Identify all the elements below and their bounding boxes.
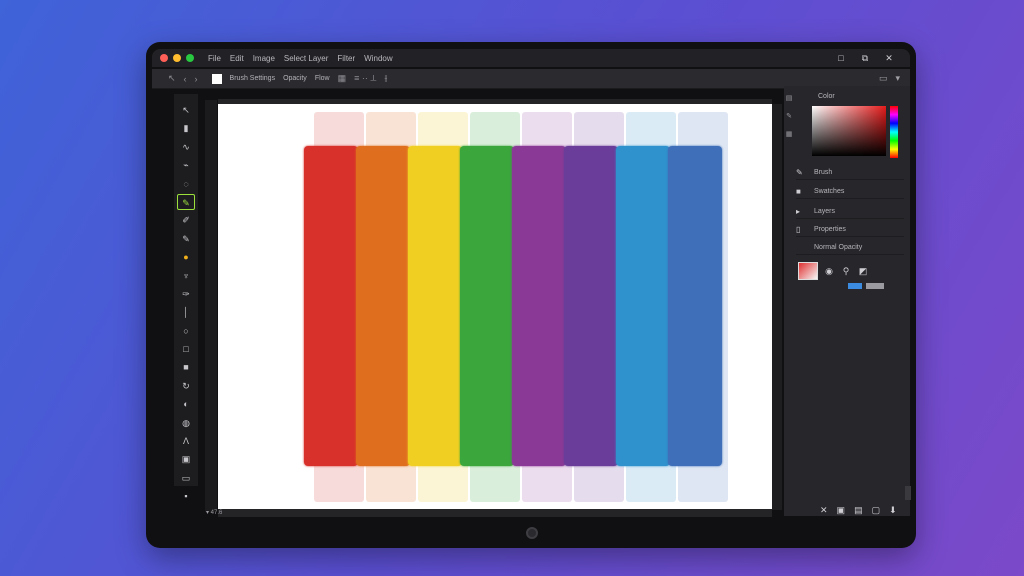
clone-tool[interactable]: ♆ (177, 268, 195, 284)
airbrush-icon[interactable]: ▦ (338, 73, 347, 84)
minimize-window-button[interactable] (173, 54, 181, 62)
quick-select-tool[interactable]: ⌁ (177, 157, 195, 173)
zoom-window-button[interactable] (186, 54, 194, 62)
healing-tool[interactable]: ✎ (177, 231, 195, 247)
ellipse-tool[interactable]: ○ (177, 323, 195, 339)
paint-stroke (668, 146, 722, 466)
type-tool[interactable]: Ʌ (177, 433, 195, 449)
menu-image[interactable]: Image (253, 54, 275, 63)
zoom-status: ▾ 47.6 (206, 510, 223, 516)
properties-panel-row[interactable]: ▯ Properties (796, 223, 904, 237)
properties-icon: ▯ (796, 225, 801, 234)
layer-thumbnail[interactable] (798, 262, 818, 280)
window-control-icon[interactable]: □ (834, 52, 848, 64)
lasso-tool[interactable]: ∿ (177, 139, 195, 155)
delete-layer-icon[interactable]: ✕ (820, 505, 828, 516)
paint-stroke (616, 146, 670, 466)
rotate-tool[interactable]: ↻ (177, 378, 195, 394)
paint-stroke (304, 146, 358, 466)
pen-tool[interactable]: ✑ (177, 286, 195, 302)
info-icon[interactable]: ▦ (786, 130, 793, 138)
layers-icon: ▸ (796, 207, 801, 216)
window-control-icon[interactable]: ⧉ (858, 52, 872, 64)
screen-mode-tool[interactable]: ▭ (177, 470, 195, 486)
extra-tool[interactable]: ▪ (177, 488, 195, 504)
paint-stroke (460, 146, 514, 466)
menu-window[interactable]: Window (364, 54, 392, 63)
foreground-color[interactable]: ■ (177, 359, 195, 375)
nav-forward-icon[interactable]: › (195, 74, 198, 84)
properties-panel-label: Properties (814, 226, 846, 233)
adjust-icon[interactable]: ✎ (786, 112, 792, 120)
brush-preset-swatch[interactable] (211, 73, 222, 84)
window-control-icon[interactable]: ✕ (882, 52, 896, 64)
menu-bar: File Edit Image Select Layer Filter Wind… (152, 49, 910, 67)
panel-tab-icons: ▤ ✎ ▦ (784, 86, 794, 226)
rectangle-tool[interactable]: □ (177, 341, 195, 357)
history-icon[interactable]: ▤ (786, 94, 793, 102)
menu-select-layer[interactable]: Select Layer (284, 54, 328, 63)
close-window-button[interactable] (160, 54, 168, 62)
brush-panel-label: Brush (814, 169, 833, 176)
smudge-tool[interactable]: ◍ (177, 415, 195, 431)
layers-panel-row[interactable]: ▸ Layers (796, 205, 904, 219)
panel-footer: ✕ ▣ ▤ ▢ ⬇ (820, 505, 897, 516)
nav-back-icon[interactable]: ‹ (184, 74, 187, 84)
crop-tool[interactable]: ◌ (177, 176, 195, 192)
swatches-panel-label: Swatches (814, 188, 845, 195)
canvas[interactable] (218, 104, 772, 510)
layers-panel-label: Layers (814, 208, 836, 215)
opacity-label[interactable]: Opacity (283, 75, 307, 82)
swatches-icon: ■ (796, 187, 801, 196)
link-icon[interactable]: ⚲ (840, 265, 852, 277)
mask-icon[interactable]: ◩ (857, 265, 869, 277)
brush-panel-row[interactable]: ✎ Brush (796, 166, 904, 180)
move-arrow-icon[interactable]: ↖ (168, 73, 176, 84)
left-color-strip (205, 100, 217, 512)
eyedropper-tool[interactable]: ✐ (177, 212, 195, 228)
menu-edit[interactable]: Edit (230, 54, 244, 63)
paint-stroke (408, 146, 462, 466)
hue-slider[interactable] (890, 106, 898, 158)
bottom-color-strip (218, 509, 772, 517)
frame-tool[interactable]: ▣ (177, 451, 195, 467)
menu-file[interactable]: File (208, 54, 221, 63)
new-group-icon[interactable]: ▣ (837, 505, 846, 516)
panel-scrollbar[interactable] (905, 486, 911, 500)
marquee-tool[interactable]: ▮ (177, 120, 195, 136)
pressure-icon[interactable]: ≡ ·· ⟂ (354, 73, 376, 84)
layer-row[interactable]: ◉ ⚲ ◩ (798, 262, 869, 280)
line-tool[interactable]: │ (177, 304, 195, 320)
flow-label[interactable]: Flow (315, 75, 330, 82)
adjustment-layer-icon[interactable]: ▤ (854, 505, 863, 516)
brush-icon: ✎ (796, 168, 803, 177)
new-layer-icon[interactable]: ▢ (872, 505, 881, 516)
tools-panel: ↖ ▮ ∿ ⌁ ◌ ✎ ✐ ✎ ● ♆ ✑ │ ○ □ ■ ↻ ◐ ◍ Ʌ ▣ ▭ ▪ (174, 94, 198, 501)
blend-mode-label: Normal Opacity (814, 244, 863, 251)
expand-icon[interactable]: ▾ (895, 73, 900, 84)
home-button[interactable] (526, 527, 538, 539)
layer-selection-indicator (848, 283, 862, 289)
move-tool[interactable]: ↖ (177, 102, 195, 118)
layer-opacity-indicator (866, 283, 884, 289)
paint-stroke (356, 146, 410, 466)
brush-tool[interactable]: ✎ (177, 193, 195, 210)
dodge-tool[interactable]: ◐ (177, 396, 195, 412)
paint-stroke (564, 146, 618, 466)
menu-filter[interactable]: Filter (337, 54, 355, 63)
symmetry-icon[interactable]: ⫲ (384, 73, 387, 84)
download-icon[interactable]: ⬇ (889, 505, 897, 516)
blend-mode-row[interactable]: Normal Opacity (796, 241, 904, 255)
fill-tool[interactable]: ● (177, 249, 195, 265)
swatches-panel-row[interactable]: ■ Swatches (796, 185, 904, 199)
right-color-strip (772, 104, 782, 510)
visibility-icon[interactable]: ◉ (823, 265, 835, 277)
brush-settings-label[interactable]: Brush Settings (230, 75, 276, 82)
workspace-icon[interactable]: ▭ (879, 73, 888, 84)
color-picker-field[interactable] (812, 106, 886, 156)
color-panel-title: Color (818, 93, 835, 100)
paint-stroke (512, 146, 566, 466)
